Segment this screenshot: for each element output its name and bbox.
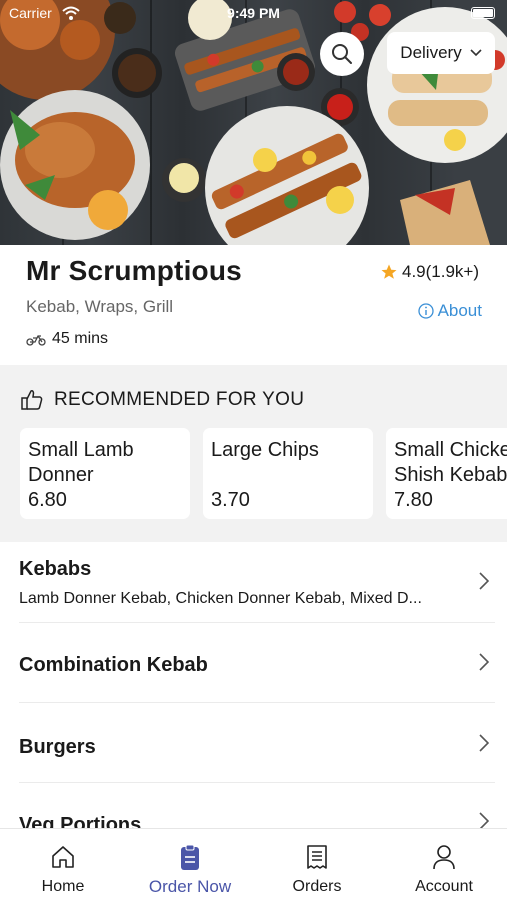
recommended-item-name: Small Chicken Shish Kebab — [394, 439, 507, 486]
recommended-item-price: 3.70 — [211, 489, 250, 511]
divider — [19, 782, 495, 783]
scooter-icon — [26, 335, 46, 346]
status-time: 9:49 PM — [227, 5, 280, 21]
delivery-eta: 45 mins — [26, 330, 108, 348]
star-icon — [381, 264, 397, 279]
search-button[interactable] — [320, 32, 364, 76]
about-link[interactable]: About — [417, 301, 482, 321]
tab-label: Home — [41, 878, 85, 895]
category-title: Combination Kebab — [19, 654, 208, 676]
recommended-item-card[interactable]: Small Lamb Donner 6.80 — [20, 428, 190, 519]
chevron-down-icon — [470, 49, 482, 57]
tab-home[interactable]: Home — [0, 829, 126, 900]
hero-banner: Carrier 9:49 PM Delivery — [0, 0, 507, 245]
eta-label: 45 mins — [52, 330, 109, 347]
delivery-mode-dropdown[interactable]: Delivery — [387, 32, 495, 74]
status-bar: Carrier 9:49 PM — [0, 0, 507, 30]
category-title: Kebabs — [19, 558, 92, 580]
bottom-tab-bar: Home Order Now Orders Account — [0, 828, 507, 900]
category-title: Veg Portions — [19, 814, 142, 828]
thumbs-up-icon — [21, 390, 43, 410]
delivery-mode-label: Delivery — [400, 43, 462, 62]
tab-label: Order Now — [148, 877, 232, 896]
home-icon — [52, 846, 74, 868]
receipt-icon — [307, 845, 327, 869]
recommended-item-card[interactable]: Large Chips 3.70 — [203, 428, 373, 519]
recommended-item-name: Small Lamb Donner — [28, 439, 134, 486]
store-name: Mr Scrumptious — [26, 255, 242, 286]
tab-label: Account — [415, 878, 473, 895]
order-clipboard-icon — [181, 844, 199, 870]
chevron-right-icon — [479, 812, 489, 828]
recommended-title: RECOMMENDED FOR YOU — [54, 389, 305, 410]
divider — [19, 702, 495, 703]
store-cuisines: Kebab, Wraps, Grill — [26, 297, 174, 316]
person-icon — [433, 845, 455, 870]
battery-icon — [471, 7, 495, 19]
recommended-header: RECOMMENDED FOR YOU — [20, 389, 304, 411]
about-label: About — [437, 301, 482, 320]
search-icon — [332, 44, 352, 64]
category-subtitle: Lamb Donner Kebab, Chicken Donner Kebab,… — [19, 590, 422, 607]
chevron-right-icon — [479, 734, 489, 752]
tab-orders[interactable]: Orders — [254, 829, 380, 900]
rating-value: 4.9(1.9k+) — [401, 262, 479, 281]
recommended-item-price: 7.80 — [394, 489, 433, 511]
tab-account[interactable]: Account — [381, 829, 507, 900]
info-icon — [417, 303, 434, 319]
tab-label: Orders — [292, 878, 342, 895]
recommended-item-card[interactable]: Small Chicken Shish Kebab 7.80 — [386, 428, 507, 519]
category-title: Burgers — [19, 736, 96, 758]
menu-category-list: Kebabs Lamb Donner Kebab, Chicken Donner… — [0, 542, 507, 828]
tab-order-now[interactable]: Order Now — [127, 829, 253, 900]
chevron-right-icon — [479, 653, 489, 671]
store-info: Mr Scrumptious 4.9(1.9k+) Kebab, Wraps, … — [0, 245, 507, 365]
recommended-item-name: Large Chips — [211, 439, 319, 461]
divider — [19, 622, 495, 623]
chevron-right-icon — [479, 572, 489, 590]
recommended-section: RECOMMENDED FOR YOU Small Lamb Donner 6.… — [0, 365, 507, 542]
store-rating: 4.9(1.9k+) — [380, 262, 479, 282]
recommended-item-price: 6.80 — [28, 489, 67, 511]
